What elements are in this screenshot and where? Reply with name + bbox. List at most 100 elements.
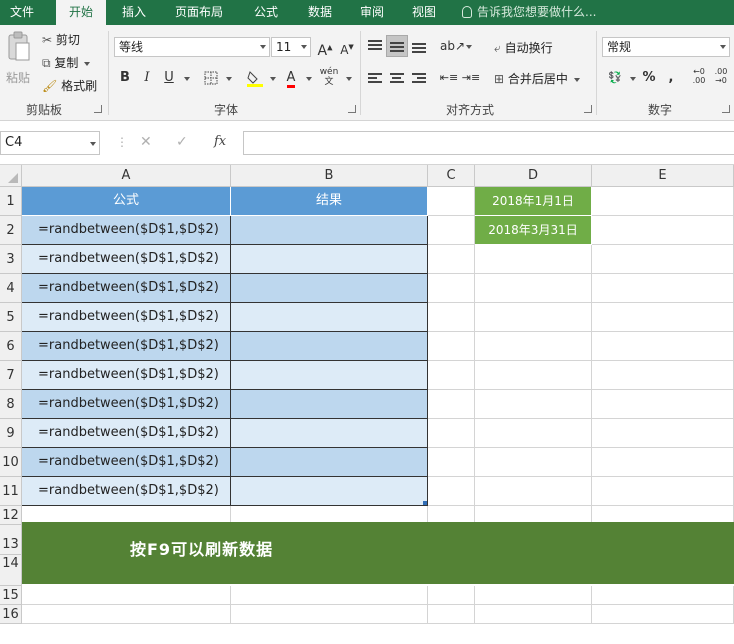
cell-d3[interactable] [475, 245, 592, 274]
cell-a16[interactable] [22, 605, 231, 624]
cell-b6[interactable] [231, 332, 428, 361]
cell-c7[interactable] [428, 361, 475, 390]
number-launcher-icon[interactable] [722, 105, 730, 113]
row-header-6[interactable]: 6 [0, 332, 22, 361]
font-name-dropdown[interactable]: 等线 [114, 37, 270, 57]
chevron-down-icon[interactable] [226, 77, 232, 81]
row-header-12[interactable]: 12 [0, 506, 22, 525]
cell-a15[interactable] [22, 586, 231, 605]
chevron-down-icon[interactable] [306, 77, 312, 81]
cell-a1[interactable]: 公式 [22, 187, 231, 216]
number-format-dropdown[interactable]: 常规 [602, 37, 730, 57]
cell-e3[interactable] [592, 245, 734, 274]
cell-b5[interactable] [231, 303, 428, 332]
row-header-4[interactable]: 4 [0, 274, 22, 303]
wrap-text-button[interactable]: ⤶ 自动换行 [494, 39, 553, 56]
cell-c3[interactable] [428, 245, 475, 274]
column-header-b[interactable]: B [231, 165, 428, 187]
format-painter-button[interactable]: 🖌 格式刷 [42, 77, 97, 94]
cell-e10[interactable] [592, 448, 734, 477]
cell-b16[interactable] [231, 605, 428, 624]
cell-a2[interactable]: =randbetween($D$1,$D$2) [22, 216, 231, 245]
percent-button[interactable]: % [638, 67, 660, 89]
cell-d7[interactable] [475, 361, 592, 390]
cell-e5[interactable] [592, 303, 734, 332]
font-color-button[interactable]: A [280, 67, 302, 89]
formula-input[interactable] [243, 131, 734, 155]
cell-b3[interactable] [231, 245, 428, 274]
chevron-down-icon[interactable] [630, 77, 636, 81]
borders-button[interactable] [200, 67, 222, 89]
row-header-16[interactable]: 16 [0, 605, 22, 624]
tab-formulas[interactable]: 公式 [244, 0, 288, 25]
name-box[interactable]: C4 [0, 131, 100, 155]
decrease-decimal-button[interactable]: .00 →0 [710, 67, 732, 89]
chevron-down-icon[interactable] [466, 45, 472, 49]
column-header-c[interactable]: C [428, 165, 475, 187]
tab-file[interactable]: 文件 [0, 0, 44, 25]
italic-button[interactable]: I [136, 67, 158, 89]
cell-e2[interactable] [592, 216, 734, 245]
cell-d4[interactable] [475, 274, 592, 303]
chevron-down-icon[interactable] [346, 77, 352, 81]
tab-review[interactable]: 审阅 [350, 0, 394, 25]
banner-merged-cell[interactable]: 按F9可以刷新数据 [22, 522, 734, 584]
cell-c4[interactable] [428, 274, 475, 303]
cell-c15[interactable] [428, 586, 475, 605]
row-header-1[interactable]: 1 [0, 187, 22, 216]
cell-c6[interactable] [428, 332, 475, 361]
cell-e7[interactable] [592, 361, 734, 390]
fill-color-button[interactable] [244, 67, 266, 89]
cell-d6[interactable] [475, 332, 592, 361]
cell-d8[interactable] [475, 390, 592, 419]
row-header-13[interactable]: 13 [0, 525, 22, 555]
cell-b10[interactable] [231, 448, 428, 477]
underline-button[interactable]: U [158, 67, 180, 89]
tab-data[interactable]: 数据 [298, 0, 342, 25]
chevron-down-icon[interactable] [270, 77, 276, 81]
paste-button[interactable]: 粘贴 [6, 31, 34, 87]
merge-center-button[interactable]: ⊞ 合并后居中 [494, 70, 580, 87]
cell-a6[interactable]: =randbetween($D$1,$D$2) [22, 332, 231, 361]
cell-b11[interactable] [231, 477, 428, 506]
cell-d11[interactable] [475, 477, 592, 506]
increase-font-button[interactable]: A▲ [314, 36, 336, 59]
align-right-button[interactable] [408, 67, 430, 89]
increase-decimal-button[interactable]: ←0.00 [688, 67, 710, 89]
bold-button[interactable]: B [114, 67, 136, 89]
cell-e9[interactable] [592, 419, 734, 448]
tell-me-search[interactable]: 告诉我您想要做什么... [462, 0, 596, 25]
cell-a7[interactable]: =randbetween($D$1,$D$2) [22, 361, 231, 390]
align-middle-button[interactable] [386, 35, 408, 57]
cell-c8[interactable] [428, 390, 475, 419]
phonetic-button[interactable]: wén 文 [318, 67, 340, 89]
select-all-button[interactable] [0, 165, 22, 187]
cell-d16[interactable] [475, 605, 592, 624]
cell-a11[interactable]: =randbetween($D$1,$D$2) [22, 477, 231, 506]
cancel-icon[interactable]: ✕ [140, 134, 152, 150]
cell-b2[interactable] [231, 216, 428, 245]
cell-e6[interactable] [592, 332, 734, 361]
decrease-font-button[interactable]: A▼ [336, 36, 358, 58]
cell-d9[interactable] [475, 419, 592, 448]
copy-button[interactable]: ⧉ 复制 [42, 54, 91, 71]
cell-b9[interactable] [231, 419, 428, 448]
cell-b7[interactable] [231, 361, 428, 390]
cell-c10[interactable] [428, 448, 475, 477]
cut-button[interactable]: ✂ 剪切 [42, 31, 80, 48]
enter-icon[interactable]: ✓ [176, 134, 188, 150]
cell-d2[interactable]: 2018年3月31日 [475, 216, 592, 245]
cell-a4[interactable]: =randbetween($D$1,$D$2) [22, 274, 231, 303]
insert-function-icon[interactable]: fx [214, 134, 226, 149]
cell-e8[interactable] [592, 390, 734, 419]
tab-insert[interactable]: 插入 [112, 0, 156, 25]
row-header-9[interactable]: 9 [0, 419, 22, 448]
comma-button[interactable]: , [660, 67, 682, 89]
row-header-5[interactable]: 5 [0, 303, 22, 332]
currency-button[interactable]: 💱 [604, 67, 626, 89]
column-header-d[interactable]: D [475, 165, 592, 187]
tab-view[interactable]: 视图 [402, 0, 446, 25]
cell-a10[interactable]: =randbetween($D$1,$D$2) [22, 448, 231, 477]
cell-c5[interactable] [428, 303, 475, 332]
cell-c2[interactable] [428, 216, 475, 245]
